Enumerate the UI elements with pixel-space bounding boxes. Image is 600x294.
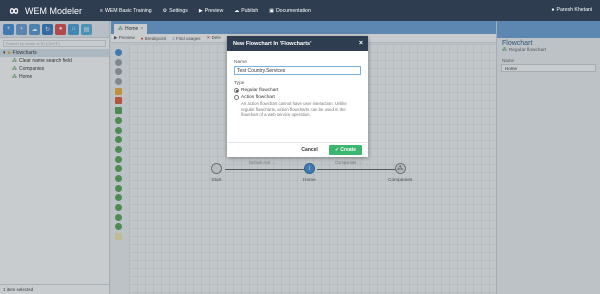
radio-regular-flowchart[interactable]: Regular flowchart xyxy=(234,88,361,93)
nav-documentation[interactable]: ▣ Documentation xyxy=(269,8,311,14)
cancel-button[interactable]: Cancel xyxy=(295,145,323,155)
radio-label: Action flowchart xyxy=(241,95,275,100)
wem-logo-icon[interactable] xyxy=(7,6,21,16)
book-icon: ▣ xyxy=(269,7,274,14)
dialog-body: Name Test Country.Services Type Regular … xyxy=(227,51,368,123)
nav-label: Documentation xyxy=(275,7,311,14)
action-flowchart-description: An action flowchart cannot have user int… xyxy=(241,101,347,117)
nav-label: Settings xyxy=(169,7,188,14)
radio-label: Regular flowchart xyxy=(241,88,279,93)
nav-settings[interactable]: ⚙ Settings xyxy=(163,8,188,14)
user-name: Paresh Khetani xyxy=(556,7,592,13)
nav-label: Publish xyxy=(241,7,259,14)
dialog-footer: Cancel ✓ Create xyxy=(227,142,368,157)
new-flowchart-dialog: New Flowchart In 'Flowcharts' × Name Tes… xyxy=(227,36,368,157)
close-icon[interactable]: × xyxy=(359,40,363,47)
nav-label: Preview xyxy=(204,7,224,14)
cloud-upload-icon: ☁ xyxy=(234,7,240,14)
dialog-title: New Flowchart In 'Flowcharts' xyxy=(233,40,312,47)
radio-checked-icon xyxy=(234,88,239,93)
gear-icon: ⚙ xyxy=(162,7,168,14)
dialog-header: New Flowchart In 'Flowcharts' × xyxy=(227,36,368,51)
radio-action-flowchart[interactable]: Action flowchart xyxy=(234,95,361,100)
app-title: WEM Modeler xyxy=(25,5,83,16)
menu-icon: ≡ xyxy=(100,7,103,14)
nav-label: WEM Basic Training xyxy=(104,7,152,14)
nav-publish[interactable]: ☁ Publish xyxy=(234,8,258,14)
name-label: Name xyxy=(234,60,247,65)
radio-unchecked-icon xyxy=(234,95,239,100)
user-menu[interactable]: ● Paresh Khetani xyxy=(551,7,592,13)
user-icon: ● xyxy=(551,7,555,13)
create-button[interactable]: ✓ Create xyxy=(328,145,362,155)
nav-project-menu[interactable]: ≡ WEM Basic Training xyxy=(100,8,152,14)
top-navbar: WEM Modeler ≡ WEM Basic Training ⚙ Setting… xyxy=(0,0,600,21)
nav-preview[interactable]: ▶ Preview xyxy=(199,8,223,14)
type-label: Type xyxy=(234,81,245,86)
flowchart-name-input[interactable]: Test Country.Services xyxy=(234,66,361,75)
play-icon: ▶ xyxy=(198,7,203,14)
